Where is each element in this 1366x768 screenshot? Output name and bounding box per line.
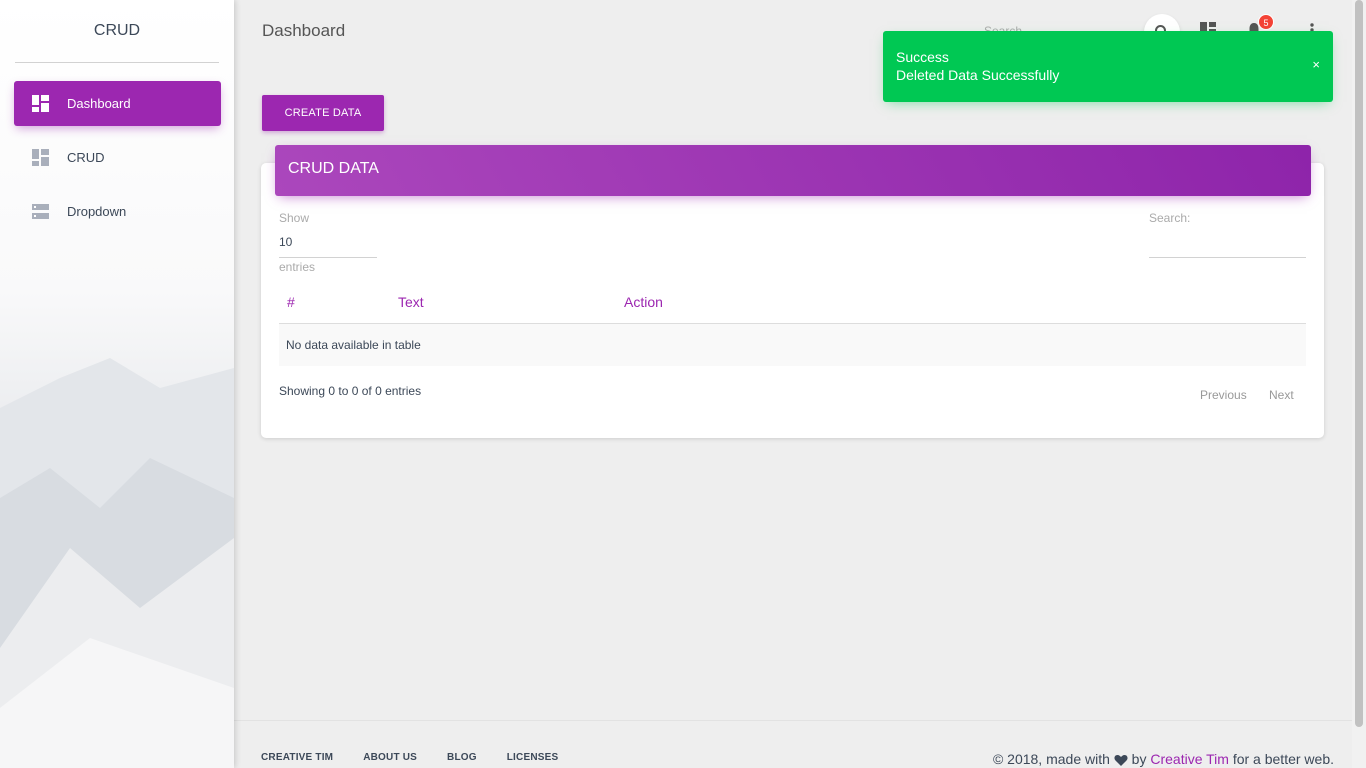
notification-badge: 5 [1258,14,1274,30]
table-info: Showing 0 to 0 of 0 entries [279,384,422,398]
sidebar-item-label: Dropdown [67,204,127,219]
sidebar-item-dropdown[interactable]: Dropdown [14,189,221,234]
sidebar-nav: Dashboard CRUD Dropdown [0,81,234,234]
creative-tim-link[interactable]: Creative Tim [1150,751,1229,767]
scrollbar-thumb[interactable] [1355,0,1363,727]
crud-data-card: CRUD DATA Show 10 entries Search: # Text… [261,145,1324,438]
footer-copyright: © 2018, made with by Creative Tim for a … [993,751,1334,767]
page-title[interactable]: Dashboard [262,21,345,41]
create-data-button[interactable]: CREATE DATA [262,95,384,131]
brand-logo[interactable]: CRUD [0,0,234,63]
card-title: CRUD DATA [288,160,379,177]
page-scrollbar[interactable] [1352,0,1366,768]
copyright-by: by [1131,751,1147,767]
pagination-next-button[interactable]: Next [1269,388,1294,402]
notification-title: Success [896,49,949,65]
table-search-input[interactable] [1149,231,1306,258]
sidebar: CRUD Dashboard CRUD Dropdown [0,0,234,768]
empty-table-message: No data available in table [286,338,421,352]
dashboard-icon [32,95,49,112]
column-header-text[interactable]: Text [398,294,424,310]
sidebar-item-crud[interactable]: CRUD [14,135,221,180]
footer-link-licenses[interactable]: LICENSES [507,752,559,763]
sidebar-item-label: CRUD [67,150,105,165]
brand-divider [15,62,219,63]
column-header-index[interactable]: # [287,294,295,310]
show-label: Show [279,211,310,225]
dns-icon [32,203,49,220]
footer-link-about-us[interactable]: ABOUT US [363,752,417,763]
entries-length-select[interactable]: 10 [279,233,377,258]
pagination-previous-button[interactable]: Previous [1200,388,1247,402]
close-icon[interactable]: × [1312,57,1320,72]
sidebar-item-dashboard[interactable]: Dashboard [14,81,221,126]
copyright-suffix: for a better web. [1232,751,1334,767]
success-notification: Success Deleted Data Successfully × [883,31,1333,102]
footer-link-blog[interactable]: BLOG [447,752,477,763]
main-panel: Dashboard Search 5 CREATE DATA CRUD DATA… [234,0,1352,768]
sidebar-item-label: Dashboard [67,96,131,111]
copyright-text: © 2018, made with [992,751,1110,767]
table-row: No data available in table [279,324,1306,366]
table-search-label: Search: [1149,211,1191,225]
notification-message: Deleted Data Successfully [896,67,1060,83]
sidebar-background-image [0,358,234,768]
dashboard-icon [32,149,49,166]
column-header-action[interactable]: Action [624,294,663,310]
heart-icon [1114,754,1128,766]
card-header: CRUD DATA [275,145,1311,196]
footer-nav: CREATIVE TIM ABOUT US BLOG LICENSES [261,752,588,763]
entries-label: entries [279,260,316,274]
footer-divider [234,720,1352,721]
footer-link-creative-tim[interactable]: CREATIVE TIM [261,752,333,763]
